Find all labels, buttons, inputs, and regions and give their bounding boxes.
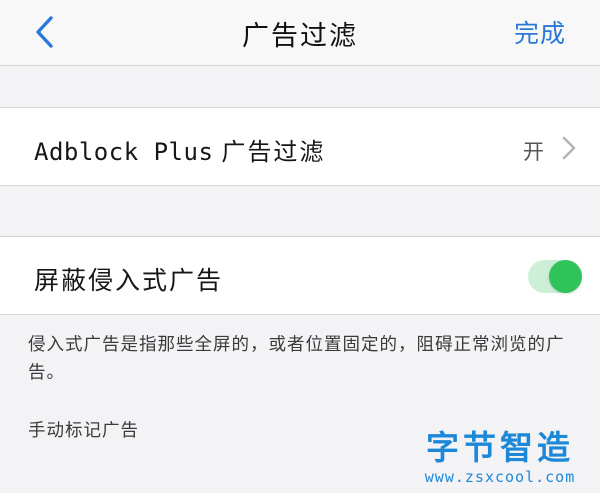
page-title: 广告过滤	[242, 21, 358, 52]
adblock-plus-cell[interactable]: Adblock Plus 广告过滤 开	[0, 107, 600, 186]
block-intrusive-ads-toggle[interactable]	[528, 260, 582, 293]
adblock-plus-label: Adblock Plus 广告过滤	[34, 132, 325, 167]
block-intrusive-ads-label: 屏蔽侵入式广告	[34, 266, 224, 295]
watermark-logo: 字节智造	[426, 428, 574, 467]
adblock-plus-label-zh: 广告过滤	[221, 138, 326, 166]
intrusive-ads-description: 侵入式广告是指那些全屏的，或者位置固定的，阻碍正常浏览的广告。	[28, 335, 565, 383]
toggle-knob	[549, 260, 582, 293]
manual-mark-ads-link[interactable]: 手动标记广告	[28, 417, 139, 442]
chevron-right-icon	[562, 136, 576, 160]
block-intrusive-ads-cell: 屏蔽侵入式广告	[0, 236, 600, 315]
done-button[interactable]: 完成	[514, 14, 566, 50]
adblock-plus-status: 开	[523, 140, 544, 164]
adblock-plus-label-latin: Adblock Plus	[34, 138, 214, 166]
watermark: 字节智造 www.zsxcool.com	[410, 428, 590, 490]
watermark-url: www.zsxcool.com	[424, 468, 576, 486]
navigation-bar: 广告过滤 完成	[0, 0, 600, 66]
